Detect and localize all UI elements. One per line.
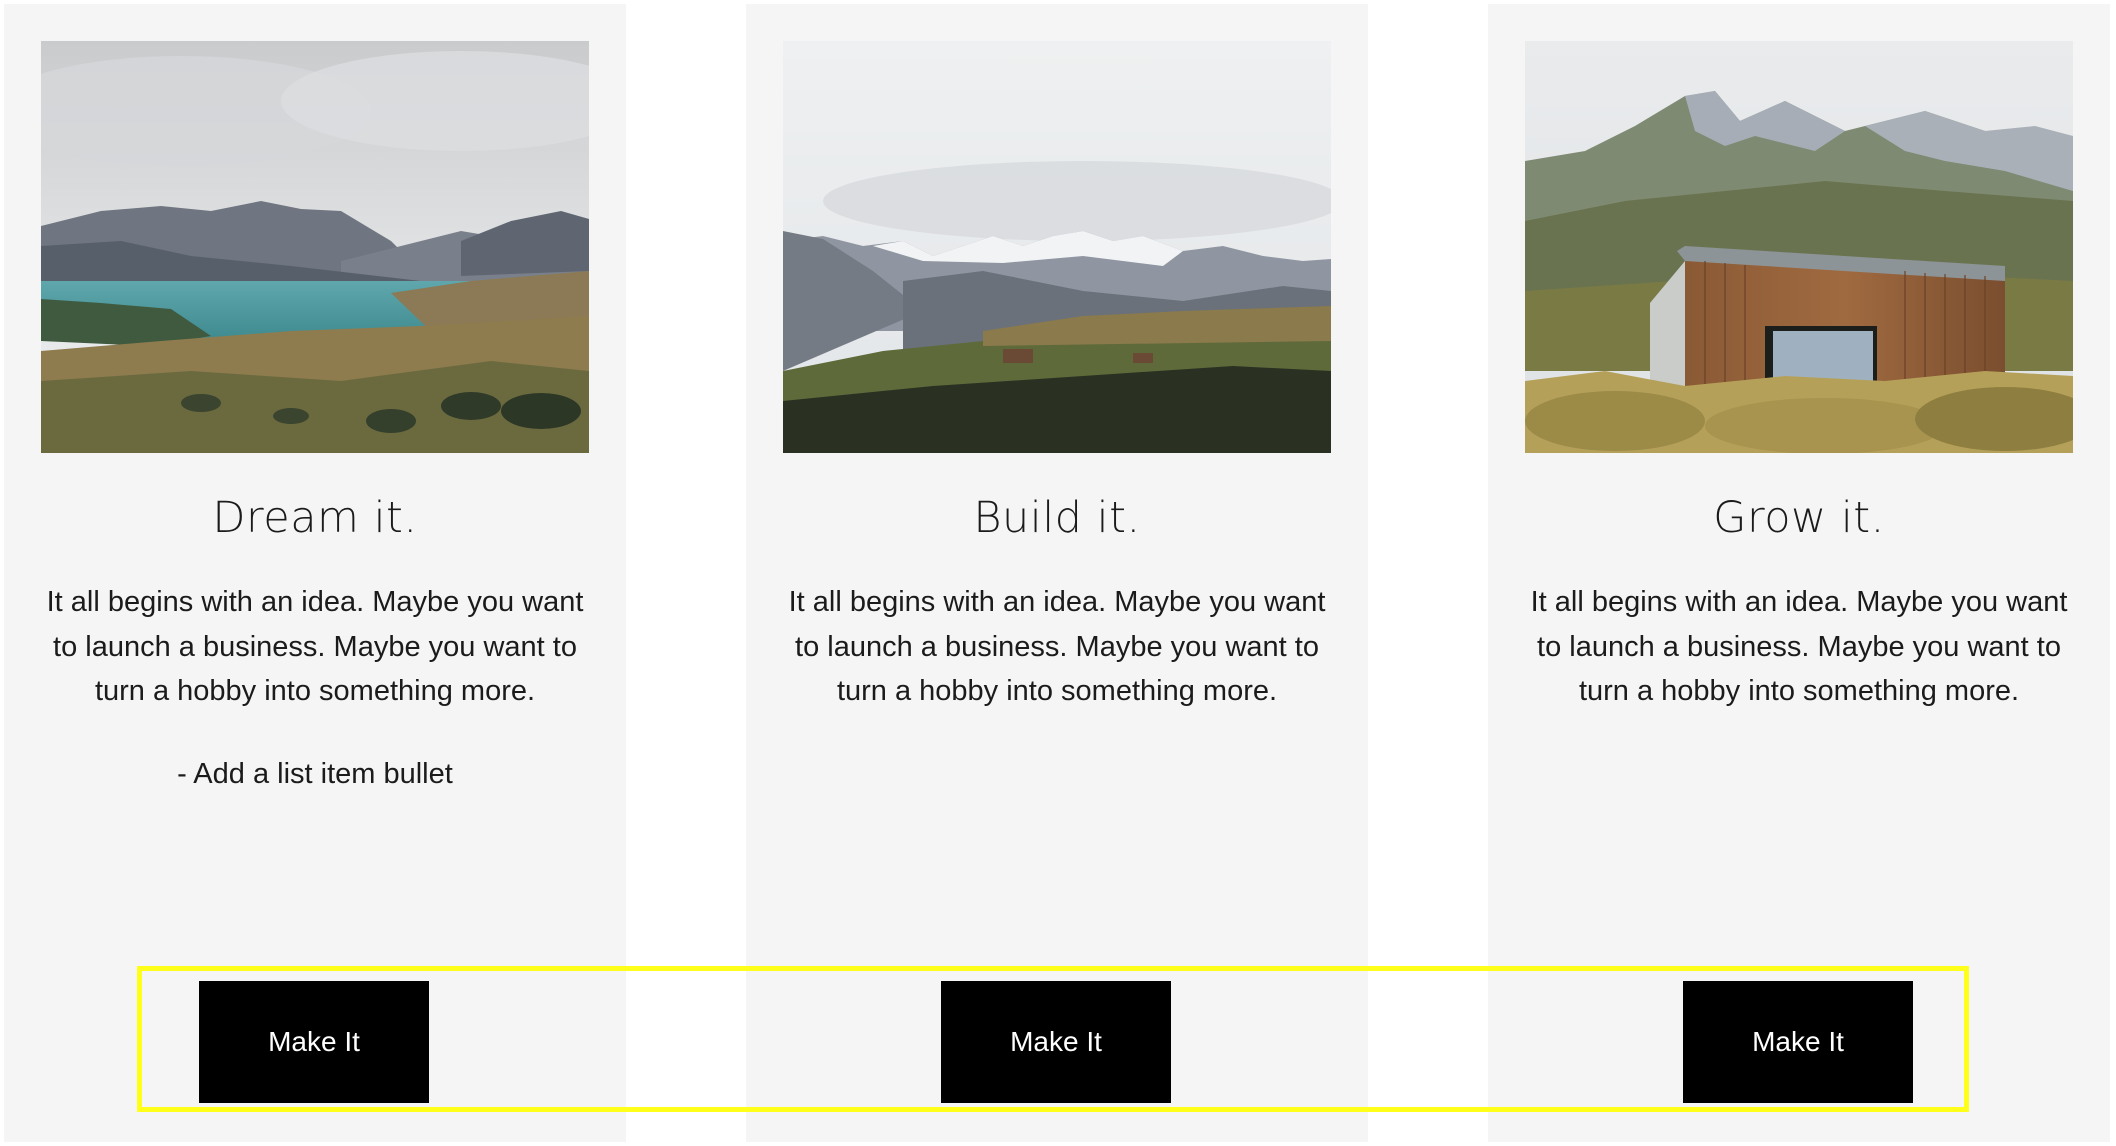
card-build: Build it. It all begins with an idea. Ma… bbox=[746, 4, 1368, 1142]
card-image-lake bbox=[41, 41, 589, 453]
card-dream: Dream it. It all begins with an idea. Ma… bbox=[4, 4, 626, 1142]
card-image-mountains bbox=[783, 41, 1331, 453]
lake-landscape-image bbox=[41, 41, 589, 453]
card-description: It all begins with an idea. Maybe you wa… bbox=[46, 586, 584, 707]
page: Dream it. It all begins with an idea. Ma… bbox=[0, 0, 2116, 1146]
snowy-mountains-image bbox=[783, 41, 1331, 453]
card-description: It all begins with an idea. Maybe you wa… bbox=[788, 586, 1326, 707]
make-it-button[interactable]: Make It bbox=[199, 981, 429, 1103]
card-description: It all begins with an idea. Maybe you wa… bbox=[1530, 586, 2068, 707]
make-it-button[interactable]: Make It bbox=[1683, 981, 1913, 1103]
card-title: Dream it. bbox=[212, 493, 418, 543]
card-grow: Grow it. It all begins with an idea. May… bbox=[1488, 4, 2110, 1142]
card-title: Build it. bbox=[973, 493, 1141, 543]
card-title: Grow it. bbox=[1713, 493, 1885, 543]
card-list-bullet: - Add a list item bullet bbox=[177, 758, 453, 790]
make-it-button[interactable]: Make It bbox=[941, 981, 1171, 1103]
wooden-cabin-image bbox=[1525, 41, 2073, 453]
card-image-cabin bbox=[1525, 41, 2073, 453]
